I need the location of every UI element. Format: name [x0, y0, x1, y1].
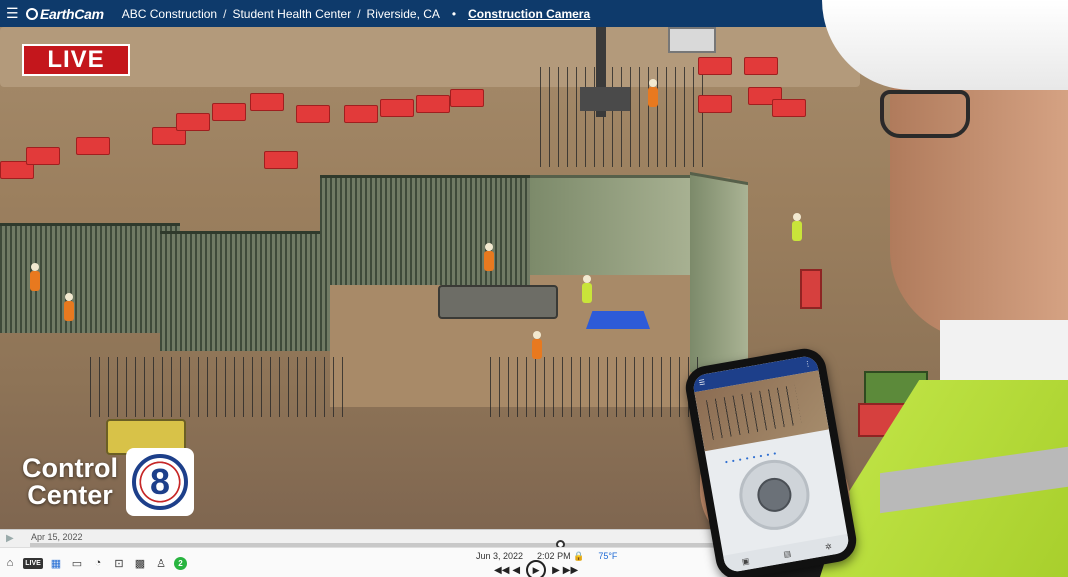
barrier: [26, 147, 60, 165]
rebar-wall-front: [160, 231, 330, 351]
barrier: [744, 57, 778, 75]
crane-base: [580, 87, 630, 111]
worker: [30, 263, 40, 291]
breadcrumb-location[interactable]: Riverside, CA: [367, 7, 440, 21]
formwork-box: [438, 285, 558, 319]
play-button[interactable]: ▶: [526, 560, 547, 577]
barrier: [450, 89, 484, 107]
temperature: 75°F: [598, 551, 618, 561]
timeline-play-icon[interactable]: ▶: [6, 533, 14, 544]
phone-joystick-center: [754, 475, 795, 515]
gauge-icon[interactable]: ◔: [90, 556, 106, 570]
breadcrumb-project[interactable]: Student Health Center: [232, 7, 351, 21]
breadcrumb-bullet: •: [451, 6, 457, 21]
phone-film-icon: ▤: [782, 548, 792, 559]
barrier: [698, 95, 732, 113]
step-back-button[interactable]: ◀: [512, 565, 520, 576]
barrier: [772, 99, 806, 117]
worker: [792, 213, 802, 241]
barrier: [76, 137, 110, 155]
phone-joystick: [733, 454, 815, 536]
barrier: [212, 103, 246, 121]
concrete-wall-back: [530, 175, 700, 275]
earthcam-logo[interactable]: EarthCam: [26, 6, 104, 22]
control-center-line1: Control: [22, 453, 118, 483]
phone-screen: ☰ ⋮ • • • • • • • • ▣ ▤ ✲: [691, 354, 851, 574]
control-center-line2: Center: [27, 480, 113, 510]
rebar-field-top: [540, 67, 710, 167]
worker: [648, 79, 658, 107]
globe-icon: [26, 7, 38, 20]
worker: [582, 275, 592, 303]
barrier: [250, 93, 284, 111]
phone-live-icon: ▣: [741, 555, 751, 566]
phone-menu-icon: ☰: [698, 379, 706, 388]
barrier: [176, 113, 210, 131]
barrier: [296, 105, 330, 123]
bottom-toolbar: ⌂ LIVE ▦ ▭ ◔ ⊡ ▩ ♙ 2 Jun 3, 2022 2:02 PM…: [0, 547, 730, 577]
worker: [64, 293, 74, 321]
glasses: [880, 90, 970, 138]
breadcrumb-separator: /: [223, 6, 227, 21]
live-badge: LIVE: [22, 44, 130, 76]
camera-view-icon[interactable]: ⊡: [111, 556, 127, 570]
pin-icon[interactable]: ♙: [153, 556, 169, 570]
grid-icon[interactable]: ▩: [132, 556, 148, 570]
playback-controls: ◀◀ ◀ ▶ ▶ ▶▶: [494, 560, 578, 577]
timeline-bar: ▶ Apr 15, 2022: [0, 529, 730, 549]
barrier: [416, 95, 450, 113]
camera-link[interactable]: Construction Camera: [468, 7, 590, 21]
barrier: [264, 151, 298, 169]
phone-more-icon: ⋮: [803, 360, 812, 369]
breadcrumb-separator: /: [357, 6, 361, 21]
control-center-text: Control Center: [22, 455, 118, 509]
panorama-icon[interactable]: ▭: [69, 556, 85, 570]
control-center-number: 8: [149, 461, 170, 502]
control-center-emblem-icon: 8: [131, 454, 188, 510]
truck: [668, 27, 716, 53]
skip-forward-button[interactable]: ▶▶: [563, 565, 578, 576]
rebar-field-front-left: [90, 357, 350, 417]
worker: [484, 243, 494, 271]
skip-back-button[interactable]: ◀◀: [494, 565, 509, 576]
rebar-field-front-right: [490, 357, 700, 417]
control-center-badge: 8: [125, 448, 194, 516]
barrier: [698, 57, 732, 75]
red-barrier-upright: [800, 269, 822, 309]
top-navigation-bar: ☰ EarthCam ABC Construction / Student He…: [0, 0, 870, 27]
barrier: [344, 105, 378, 123]
status-icon[interactable]: 2: [174, 556, 187, 570]
home-icon[interactable]: ⌂: [2, 556, 18, 570]
phone-settings-icon: ✲: [824, 541, 833, 552]
phone-rebar-field: [705, 384, 802, 440]
logo-text: EarthCam: [40, 5, 104, 22]
breadcrumb-company[interactable]: ABC Construction: [122, 7, 217, 21]
film-icon[interactable]: ▦: [48, 556, 64, 570]
live-icon[interactable]: LIVE: [23, 557, 43, 569]
worker: [532, 331, 542, 359]
control-center-logo: Control Center 8: [22, 448, 194, 516]
hamburger-menu-icon[interactable]: ☰: [6, 5, 20, 22]
timeline-start-date: Apr 15, 2022: [31, 532, 83, 542]
breadcrumb: ABC Construction / Student Health Center…: [122, 7, 590, 21]
rebar-wall-left: [0, 223, 180, 333]
toolbar-icons: ⌂ LIVE ▦ ▭ ◔ ⊡ ▩ ♙ 2: [2, 556, 187, 570]
step-forward-button[interactable]: ▶: [552, 565, 560, 576]
rebar-wall-back: [320, 175, 530, 285]
barrier: [380, 99, 414, 117]
concrete-wall-right: [690, 171, 748, 383]
